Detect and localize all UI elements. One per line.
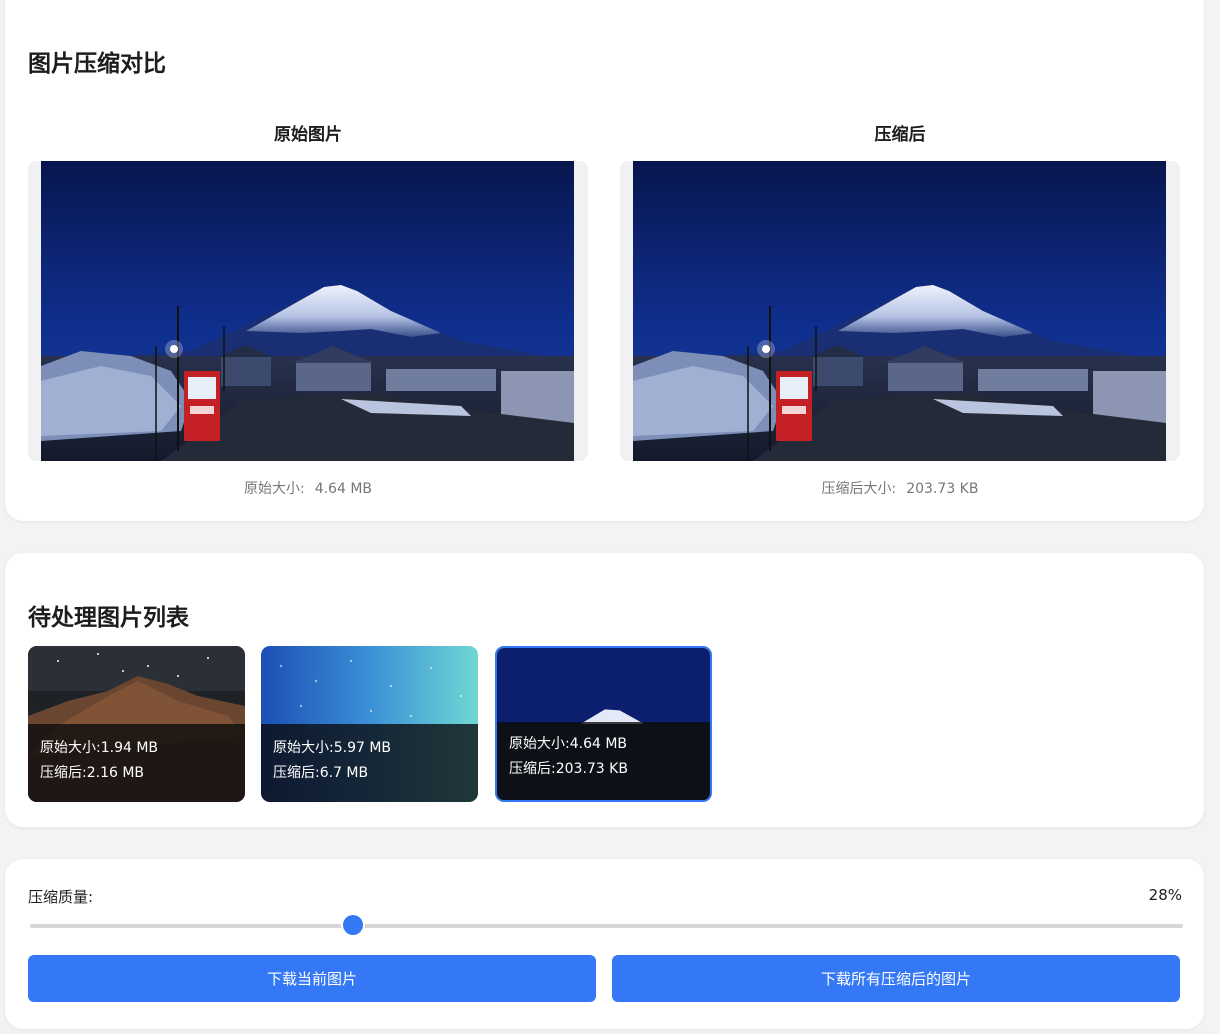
quality-slider-thumb[interactable] <box>342 915 363 935</box>
original-image <box>28 161 588 461</box>
thumb-orig-value: 5.97 MB <box>333 740 392 756</box>
thumbnail-item-selected[interactable]: 原始大小:4.64 MB 压缩后:203.73 KB <box>495 646 712 802</box>
download-all-button[interactable]: 下载所有压缩后的图片 <box>612 955 1180 1002</box>
compressed-size: 压缩后大小: 203.73 KB <box>620 478 1180 498</box>
quality-label: 压缩质量: <box>28 888 94 906</box>
thumb-orig-label: 原始大小: <box>509 736 570 752</box>
thumb-orig-label: 原始大小: <box>40 740 101 756</box>
original-size: 原始大小: 4.64 MB <box>28 478 588 498</box>
compare-title: 图片压缩对比 <box>28 51 166 77</box>
thumb-comp-value: 203.73 KB <box>555 761 628 777</box>
compressed-size-label: 压缩后大小: <box>821 481 897 497</box>
quality-value: 28% <box>1148 886 1182 904</box>
original-size-value: 4.64 MB <box>314 481 373 497</box>
compressed-image <box>620 161 1180 461</box>
original-heading: 原始图片 <box>274 125 342 145</box>
thumb-comp-label: 压缩后: <box>273 765 320 781</box>
thumb-comp-value: 2.16 MB <box>86 765 145 781</box>
thumb-comp-label: 压缩后: <box>509 761 556 777</box>
thumb-orig-label: 原始大小: <box>273 740 334 756</box>
compressed-heading: 压缩后 <box>874 125 926 145</box>
thumb-comp-value: 6.7 MB <box>319 765 369 781</box>
compare-panel: 图片压缩对比 原始图片 原始大小: 4.64 MB 压缩后 压缩后大小: 203.7… <box>5 0 1204 521</box>
compressed-size-value: 203.73 KB <box>906 481 979 497</box>
thumbnail-item[interactable]: 原始大小:1.94 MB 压缩后:2.16 MB <box>28 646 245 802</box>
thumbnail-info: 原始大小:5.97 MB 压缩后:6.7 MB <box>261 724 478 802</box>
pending-list-panel: 待处理图片列表 原始大小:1.94 MB 压缩后:2.16 MB 原始大小:5.… <box>5 553 1204 827</box>
download-current-button[interactable]: 下载当前图片 <box>28 955 596 1002</box>
original-size-label: 原始大小: <box>243 481 305 497</box>
quality-slider-track[interactable] <box>30 924 1183 928</box>
thumbnail-info: 原始大小:4.64 MB 压缩后:203.73 KB <box>497 722 710 800</box>
thumb-orig-value: 1.94 MB <box>100 740 159 756</box>
controls-panel: 压缩质量: 28% 下载当前图片 下载所有压缩后的图片 <box>5 859 1204 1029</box>
thumb-comp-label: 压缩后: <box>40 765 87 781</box>
thumb-orig-value: 4.64 MB <box>569 736 628 752</box>
pending-list-title: 待处理图片列表 <box>28 605 189 631</box>
thumbnail-info: 原始大小:1.94 MB 压缩后:2.16 MB <box>28 724 245 802</box>
thumbnail-item[interactable]: 原始大小:5.97 MB 压缩后:6.7 MB <box>261 646 478 802</box>
